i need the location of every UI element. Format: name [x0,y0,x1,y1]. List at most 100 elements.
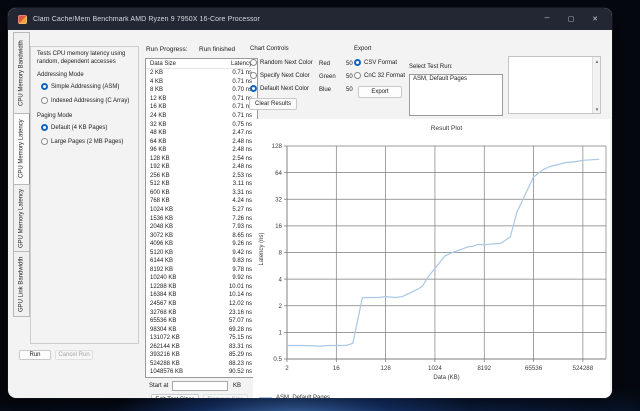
table-row[interactable]: 262144 KB83.31 ns [146,343,257,352]
table-row[interactable]: 1048576 KB90.52 ns [146,368,257,377]
table-row[interactable]: 768 KB4.24 ns [146,197,257,206]
svg-text:2: 2 [279,303,283,310]
red-value[interactable]: 50 [346,61,353,67]
table-row[interactable]: 16384 KB10.14 ns [146,291,257,300]
clear-results-button[interactable]: Clear Results [249,98,297,110]
radio-specify-next-color[interactable]: Specify Next Color [250,72,310,79]
table-row[interactable]: 3072 KB8.65 ns [146,231,257,240]
svg-text:4: 4 [279,276,283,283]
table-row[interactable]: 393216 KB85.29 ns [146,351,257,360]
table-row[interactable]: 8192 KB9.78 ns [146,266,257,275]
cancel-run-button[interactable]: Cancel Run [55,350,93,360]
table-row[interactable]: 5120 KB9.42 ns [146,248,257,257]
radio-label: CSV Format [364,60,397,66]
table-row[interactable]: 98304 KB69.28 ns [146,325,257,334]
svg-text:0.5: 0.5 [273,356,282,363]
table-row[interactable]: 4 KB0.71 ns [146,78,257,87]
tab-gpu-link-bandwidth[interactable]: GPU Link Bandwidth [13,251,30,317]
radio-dot [41,97,48,104]
run-button[interactable]: Run [19,350,51,360]
close-button[interactable]: ✕ [590,15,600,23]
paging-mode-label: Paging Mode [37,113,72,119]
test-run-listbox[interactable]: ASM, Default Pages [409,74,503,116]
results-listview[interactable]: Data Size Latency 2 KB0.71 ns4 KB0.71 ns… [145,58,258,378]
table-row[interactable]: 2 KB0.71 ns [146,69,257,78]
remove-size-button[interactable]: Remove Size [203,394,248,398]
radio-label: CnC 32 Format [364,73,405,79]
radio-default-next-color[interactable]: Default Next Color [250,85,309,92]
table-row[interactable]: 256 KB2.53 ns [146,172,257,181]
start-at-label: Start at [149,383,168,389]
chart-x-axis-label: Data (KB) [287,375,606,381]
green-value[interactable]: 50 [346,74,353,80]
app-window: Clam Cache/Mem Benchmark AMD Ryzen 9 795… [8,8,612,398]
export-button[interactable]: Export [358,86,402,98]
select-test-run-label: Select Test Run: [409,64,453,70]
table-row[interactable]: 131072 KB75.15 ns [146,334,257,343]
tab-cpu-memory-bandwidth[interactable]: CPU Memory Bandwidth [13,32,30,114]
tab-gpu-memory-latency[interactable]: GPU Memory Latency [13,184,30,252]
table-row[interactable]: 1536 KB7.26 ns [146,214,257,223]
green-label: Green [319,74,336,80]
red-label: Red [319,61,330,67]
table-row[interactable]: 12 KB0.71 ns [146,95,257,104]
table-row[interactable]: 16 KB0.71 ns [146,103,257,112]
table-row[interactable]: 12288 KB10.01 ns [146,283,257,292]
table-row[interactable]: 64 KB2.48 ns [146,137,257,146]
title-bar: Clam Cache/Mem Benchmark AMD Ryzen 9 795… [8,8,612,30]
column-data-size[interactable]: Data Size [146,61,215,67]
minimize-button[interactable]: ─ [542,15,552,23]
tab-cpu-memory-latency[interactable]: CPU Memory Latency [13,113,30,185]
table-row[interactable]: 6144 KB9.83 ns [146,257,257,266]
table-row[interactable]: 96 KB2.48 ns [146,146,257,155]
list-item[interactable]: ASM, Default Pages [410,75,502,83]
svg-text:16: 16 [333,365,340,372]
vertical-tab-strip: CPU Memory BandwidthCPU Memory LatencyGP… [13,32,30,316]
radio-dot [41,83,48,90]
table-row[interactable]: 600 KB3.31 ns [146,189,257,198]
radio-large-pages[interactable]: Large Pages (2 MB Pages) [41,138,123,145]
radio-simple-addressing[interactable]: Simple Addressing (ASM) [41,83,119,90]
table-row[interactable]: 1024 KB5.27 ns [146,206,257,215]
table-row[interactable]: 10240 KB9.92 ns [146,274,257,283]
table-row[interactable]: 65536 KB57.07 ns [146,317,257,326]
table-row[interactable]: 192 KB2.48 ns [146,163,257,172]
test-description: Tests CPU memory latency using random, d… [37,51,135,66]
test-settings-panel: Tests CPU memory latency using random, d… [30,46,139,344]
table-row[interactable]: 32768 KB23.16 ns [146,308,257,317]
start-at-input[interactable] [172,381,228,391]
radio-csv-format[interactable]: CSV Format [354,59,397,66]
vertical-scrollbar[interactable]: ▲ ▼ [592,57,600,113]
table-row[interactable]: 128 KB2.54 ns [146,154,257,163]
radio-label: Default (4 KB Pages) [51,125,107,131]
table-row[interactable]: 32 KB0.75 ns [146,120,257,129]
radio-dot [354,59,361,66]
table-row[interactable]: 48 KB2.47 ns [146,129,257,138]
radio-dot [250,85,257,92]
results-table-header[interactable]: Data Size Latency [146,59,257,69]
start-kb-label: KB [233,383,241,389]
results-table-body: 2 KB0.71 ns4 KB0.71 ns8 KB0.70 ns12 KB0.… [146,69,257,377]
blue-value[interactable]: 50 [346,87,353,93]
radio-cnc32-format[interactable]: CnC 32 Format [354,72,405,79]
chart-controls-label: Chart Controls [250,46,289,52]
table-row[interactable]: 4096 KB9.26 ns [146,240,257,249]
edit-test-sizes-button[interactable]: Edit Test Sizes [151,394,199,398]
scroll-down-icon[interactable]: ▼ [593,105,601,113]
table-row[interactable]: 24 KB0.71 ns [146,112,257,121]
table-row[interactable]: 524288 KB88.23 ns [146,360,257,369]
radio-label: Random Next Color [260,60,313,66]
radio-dot [41,138,48,145]
radio-default-pages[interactable]: Default (4 KB Pages) [41,124,107,131]
table-row[interactable]: 2048 KB7.93 ns [146,223,257,232]
scroll-up-icon[interactable]: ▲ [593,57,601,65]
run-status-text: Run finished [199,46,235,53]
table-row[interactable]: 8 KB0.70 ns [146,86,257,95]
legend-series-name: ASM, Default Pages [276,395,330,398]
radio-indexed-addressing[interactable]: Indexed Addressing (C Array) [41,97,129,104]
radio-random-next-color[interactable]: Random Next Color [250,59,313,66]
table-row[interactable]: 512 KB3.11 ns [146,180,257,189]
maximize-button[interactable]: ▢ [566,15,576,23]
app-icon [18,15,27,24]
table-row[interactable]: 24567 KB12.02 ns [146,300,257,309]
